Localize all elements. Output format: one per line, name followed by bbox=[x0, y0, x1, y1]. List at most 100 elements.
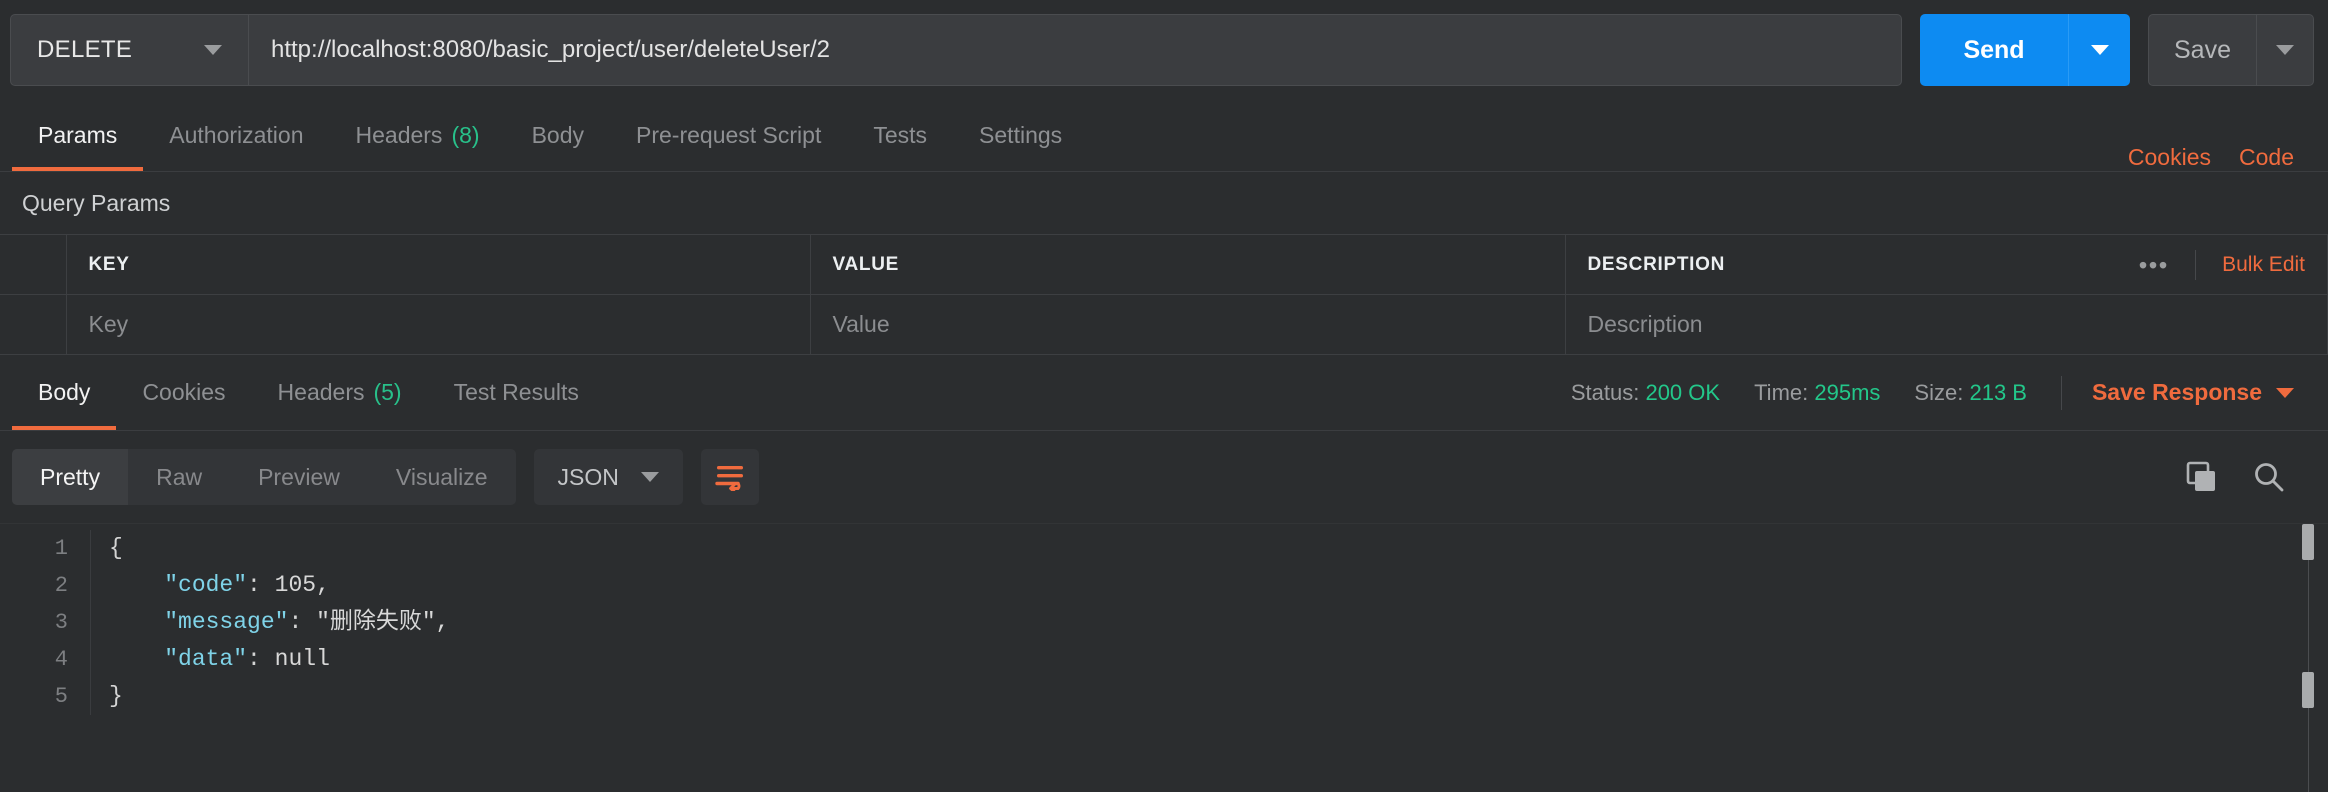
response-body-viewer: 12345 { "code": 105, "message": "删除失败", … bbox=[0, 523, 2328, 792]
body-format-label: JSON bbox=[558, 464, 619, 491]
status-value: 200 OK bbox=[1645, 380, 1720, 405]
request-tab-headers[interactable]: Headers (8) bbox=[330, 100, 506, 171]
column-header-value: VALUE bbox=[810, 235, 1565, 295]
scrollbar-thumb-bottom[interactable] bbox=[2302, 672, 2314, 708]
time-value: 295ms bbox=[1814, 380, 1880, 405]
save-button-group: Save bbox=[2148, 14, 2314, 86]
chevron-down-icon bbox=[204, 45, 222, 55]
tab-label: Params bbox=[38, 122, 117, 149]
response-tab-cookies[interactable]: Cookies bbox=[116, 355, 251, 430]
table-row: KeyValueDescription bbox=[0, 295, 2328, 355]
scrollbar-track-line bbox=[2308, 532, 2309, 792]
body-view-controls: PrettyRawPreviewVisualize JSON bbox=[12, 449, 759, 505]
response-tab-headers[interactable]: Headers(5) bbox=[252, 355, 428, 430]
request-tab-authorization[interactable]: Authorization bbox=[143, 100, 329, 171]
table-header-row: KEY VALUE DESCRIPTION ••• Bulk Edit bbox=[0, 235, 2328, 295]
size-meta: Size: 213 B bbox=[1914, 380, 2027, 406]
tab-label: Headers bbox=[356, 122, 443, 149]
row-checkbox-cell[interactable] bbox=[0, 295, 66, 355]
response-body-toolbar: PrettyRawPreviewVisualize JSON bbox=[0, 431, 2328, 523]
column-header-key: KEY bbox=[66, 235, 810, 295]
line-number-gutter: 12345 bbox=[0, 530, 90, 715]
word-wrap-toggle[interactable] bbox=[701, 449, 759, 505]
divider bbox=[2061, 376, 2062, 410]
tab-label: Cookies bbox=[142, 379, 225, 406]
copy-icon bbox=[2184, 460, 2218, 494]
http-method-dropdown[interactable]: DELETE bbox=[10, 14, 248, 86]
bulk-edit-link[interactable]: Bulk Edit bbox=[2196, 253, 2305, 277]
param-value-input[interactable]: Value bbox=[810, 295, 1565, 355]
url-input[interactable]: http://localhost:8080/basic_project/user… bbox=[248, 14, 1902, 86]
size-value: 213 B bbox=[1969, 380, 2027, 405]
status-label: Status: bbox=[1571, 380, 1639, 405]
code-link[interactable]: Code bbox=[2239, 144, 2294, 171]
request-tab-body[interactable]: Body bbox=[506, 100, 610, 171]
tab-count-badge: (8) bbox=[451, 122, 479, 149]
tab-label: Body bbox=[38, 379, 90, 406]
line-number: 5 bbox=[0, 678, 68, 715]
status-meta: Status: 200 OK bbox=[1571, 380, 1720, 406]
tab-label: Body bbox=[532, 122, 584, 149]
scrollbar-thumb-top[interactable] bbox=[2302, 524, 2314, 560]
query-params-table: KEY VALUE DESCRIPTION ••• Bulk Edit KeyV… bbox=[0, 234, 2328, 355]
http-method-label: DELETE bbox=[37, 36, 132, 64]
chevron-down-icon bbox=[641, 472, 659, 482]
select-all-checkbox-cell[interactable] bbox=[0, 235, 66, 295]
tab-label: Authorization bbox=[169, 122, 303, 149]
column-header-description-label: DESCRIPTION bbox=[1588, 254, 1726, 276]
body-actions bbox=[2184, 460, 2316, 494]
chevron-down-icon bbox=[2276, 45, 2294, 55]
body-view-pretty[interactable]: Pretty bbox=[12, 449, 128, 505]
request-tab-settings[interactable]: Settings bbox=[953, 100, 1088, 171]
time-label: Time: bbox=[1754, 380, 1808, 405]
response-meta: Status: 200 OK Time: 295ms Size: 213 B S… bbox=[1571, 376, 2316, 410]
tab-label: Test Results bbox=[454, 379, 579, 406]
send-options-dropdown[interactable] bbox=[2068, 14, 2130, 86]
request-tab-pre-request-script[interactable]: Pre-request Script bbox=[610, 100, 847, 171]
send-button-group: Send bbox=[1920, 14, 2130, 86]
code-line: "message": "删除失败", bbox=[109, 604, 2328, 641]
response-tab-body[interactable]: Body bbox=[12, 355, 116, 430]
line-number: 2 bbox=[0, 567, 68, 604]
param-key-input[interactable]: Key bbox=[66, 295, 810, 355]
response-tab-bar: Body Cookies Headers(5) Test Results Status… bbox=[0, 355, 2328, 431]
size-label: Size: bbox=[1914, 380, 1963, 405]
request-tab-params[interactable]: Params bbox=[12, 100, 143, 171]
search-icon bbox=[2252, 460, 2286, 494]
code-line: } bbox=[109, 678, 2328, 715]
code-line: "code": 105, bbox=[109, 567, 2328, 604]
more-options-icon[interactable]: ••• bbox=[2113, 250, 2196, 280]
tab-label: Pre-request Script bbox=[636, 122, 821, 149]
description-tools: ••• Bulk Edit bbox=[2113, 250, 2305, 280]
request-tab-tests[interactable]: Tests bbox=[847, 100, 953, 171]
body-view-raw[interactable]: Raw bbox=[128, 449, 230, 505]
body-view-preview[interactable]: Preview bbox=[230, 449, 368, 505]
save-button[interactable]: Save bbox=[2148, 14, 2256, 86]
search-button[interactable] bbox=[2252, 460, 2286, 494]
line-number: 3 bbox=[0, 604, 68, 641]
chevron-down-icon bbox=[2091, 45, 2109, 55]
response-tab-test-results[interactable]: Test Results bbox=[428, 355, 605, 430]
tab-label: Tests bbox=[873, 122, 927, 149]
request-tabs: Params Authorization Headers (8) Body Pre-req… bbox=[12, 100, 1088, 171]
save-response-button[interactable]: Save Response bbox=[2092, 379, 2294, 406]
send-button[interactable]: Send bbox=[1920, 14, 2068, 86]
json-response-code[interactable]: { "code": 105, "message": "删除失败", "data"… bbox=[90, 530, 2328, 715]
cookies-link[interactable]: Cookies bbox=[2128, 144, 2211, 171]
code-line: { bbox=[109, 530, 2328, 567]
body-format-dropdown[interactable]: JSON bbox=[534, 449, 683, 505]
line-number: 4 bbox=[0, 641, 68, 678]
query-params-title: Query Params bbox=[0, 172, 2328, 234]
param-description-input[interactable]: Description bbox=[1565, 295, 2328, 355]
chevron-down-icon bbox=[2276, 388, 2294, 398]
vertical-scrollbar[interactable] bbox=[2302, 524, 2314, 792]
save-options-dropdown[interactable] bbox=[2256, 14, 2314, 86]
save-response-label: Save Response bbox=[2092, 379, 2262, 406]
column-header-description: DESCRIPTION ••• Bulk Edit bbox=[1565, 235, 2328, 295]
time-meta: Time: 295ms bbox=[1754, 380, 1880, 406]
response-tabs: Body Cookies Headers(5) Test Results bbox=[12, 355, 605, 430]
body-view-visualize[interactable]: Visualize bbox=[368, 449, 516, 505]
query-params-rows: KeyValueDescription bbox=[0, 295, 2328, 355]
copy-button[interactable] bbox=[2184, 460, 2218, 494]
body-view-switcher: PrettyRawPreviewVisualize bbox=[12, 449, 516, 505]
